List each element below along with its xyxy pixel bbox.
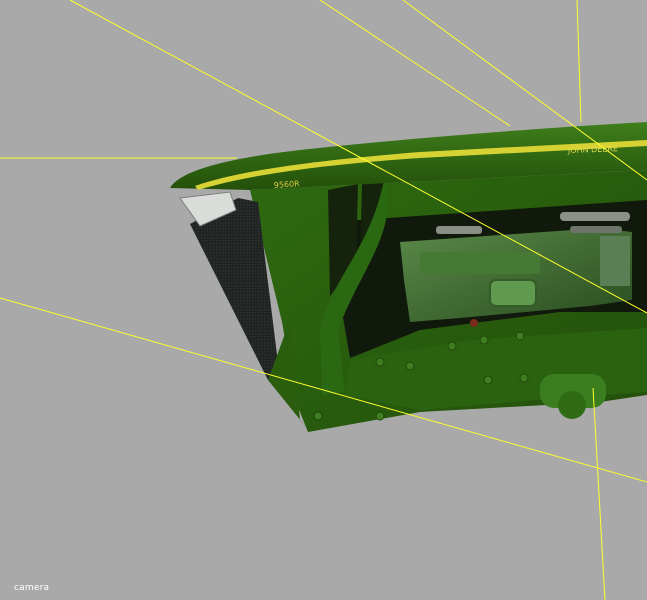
- 3d-viewport[interactable]: JOHN DEERE 9560R camera: [0, 0, 647, 600]
- engine-pipe-2: [570, 226, 622, 233]
- guide-line-4: [576, 0, 582, 123]
- guide-line-2: [319, 0, 511, 127]
- model-decal: 9560R: [274, 179, 301, 190]
- engine-pipe-1: [560, 212, 630, 221]
- tractor-hood-model[interactable]: JOHN DEERE 9560R: [170, 122, 647, 432]
- engine-pump: [489, 279, 537, 307]
- engine-cover: [600, 236, 630, 286]
- engine-cap: [436, 226, 482, 234]
- guide-line-7: [592, 387, 606, 600]
- front-mount-knob: [540, 374, 606, 419]
- engine-ribs: [420, 252, 540, 274]
- engine-sensor: [470, 319, 478, 327]
- camera-label: camera: [14, 583, 50, 593]
- scene-canvas[interactable]: JOHN DEERE 9560R: [0, 0, 647, 600]
